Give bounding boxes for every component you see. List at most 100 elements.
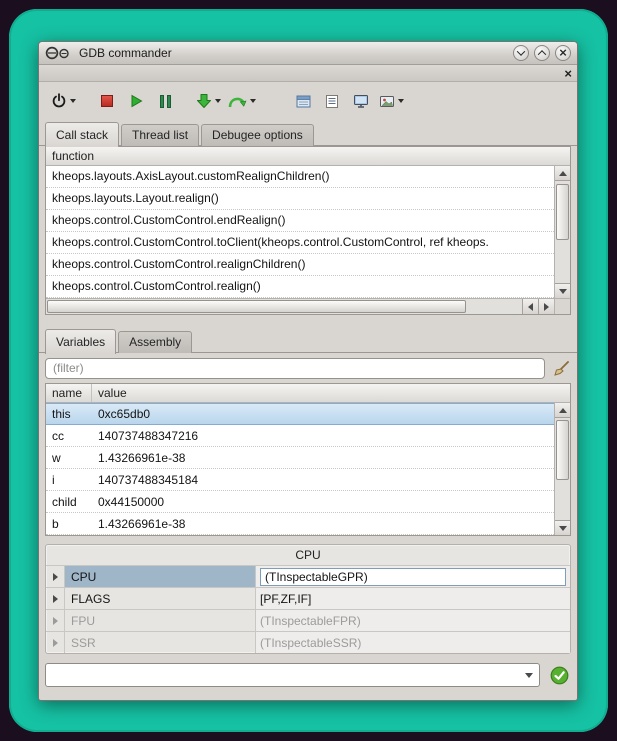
variable-name: child [46,495,92,509]
callstack-header[interactable]: function [46,147,570,166]
run-button[interactable] [123,87,149,115]
app-icon[interactable] [45,46,73,60]
stop-button[interactable] [94,87,120,115]
pause-icon [160,95,171,108]
scroll-down-button[interactable] [555,520,570,535]
variable-row[interactable]: i 140737488345184 [46,469,554,491]
variables-tabbar: Variables Assembly [39,327,577,353]
dock-close-button[interactable]: × [564,67,572,80]
command-input[interactable] [48,665,517,685]
gdb-commander-window: GDB commander × × [38,41,578,701]
tab-thread-list[interactable]: Thread list [121,124,199,146]
pause-button[interactable] [152,87,178,115]
variable-row[interactable]: child 0x44150000 [46,491,554,513]
scroll-right-button[interactable] [538,299,554,314]
close-button[interactable]: × [555,45,571,61]
variable-row[interactable]: cc 140737488347216 [46,425,554,447]
maximize-button[interactable] [534,45,550,61]
step-over-button[interactable] [226,87,258,115]
splitter[interactable] [39,315,577,327]
tab-variables[interactable]: Variables [45,329,116,354]
column-value[interactable]: value [92,384,570,402]
expand-button[interactable] [46,639,64,647]
callstack-vscrollbar[interactable] [554,166,570,298]
docs-icon [296,94,311,109]
column-name[interactable]: name [46,384,92,402]
expand-button[interactable] [46,595,64,603]
cpu-row-value[interactable]: (TInspectableSSR) [256,632,570,653]
variable-row[interactable]: w 1.43266961e-38 [46,447,554,469]
cpu-row[interactable]: FPU (TInspectableFPR) [46,609,570,631]
power-button[interactable] [49,87,78,115]
variable-row[interactable]: b 1.43266961e-38 [46,513,554,535]
scroll-track[interactable] [555,181,570,283]
cpu-row-name[interactable]: CPU [64,566,256,587]
monitor-button[interactable] [348,87,374,115]
scroll-track[interactable] [555,418,570,520]
tab-call-stack[interactable]: Call stack [45,122,119,147]
cpu-row[interactable]: SSR (TInspectableSSR) [46,631,570,653]
scroll-down-button[interactable] [555,283,570,298]
check-icon [550,666,569,685]
cpu-row[interactable]: FLAGS [PF,ZF,IF] [46,587,570,609]
scroll-up-button[interactable] [555,166,570,181]
scroll-track[interactable] [46,299,522,314]
arrow-down-icon [559,289,567,294]
expand-button[interactable] [46,617,64,625]
cpu-row-name[interactable]: SSR [64,632,256,653]
scroll-up-button[interactable] [555,403,570,418]
tab-debugee-options[interactable]: Debugee options [201,124,314,146]
filter-input[interactable] [45,358,545,379]
combo-dropdown-button[interactable] [519,664,539,686]
variables-vscrollbar[interactable] [554,403,570,535]
step-over-icon [228,94,247,109]
titlebar[interactable]: GDB commander × [39,42,577,65]
scroll-thumb[interactable] [556,420,569,480]
cpu-row-value: (TInspectableGPR) [256,566,570,587]
execute-button[interactable] [549,665,569,685]
variable-value: 0x44150000 [92,495,554,509]
view-icon [379,94,395,109]
scroll-thumb[interactable] [47,300,466,313]
callstack-row[interactable]: kheops.control.CustomControl.realign() [46,276,554,298]
dropdown-arrow-icon [398,99,404,103]
callstack-row[interactable]: kheops.control.CustomControl.toClient(kh… [46,232,554,254]
cpu-row-value[interactable]: (TInspectableFPR) [256,610,570,631]
cpu-row-name[interactable]: FLAGS [64,588,256,609]
variable-value: 1.43266961e-38 [92,451,554,465]
variable-name: w [46,451,92,465]
variable-row[interactable]: this 0xc65db0 [46,403,554,425]
power-icon [51,93,67,109]
column-function[interactable]: function [46,147,100,165]
expand-arrow-icon [53,639,58,647]
callstack-row[interactable]: kheops.layouts.Layout.realign() [46,188,554,210]
cpu-row[interactable]: CPU (TInspectableGPR) [46,565,570,587]
dock-header[interactable]: × [39,65,577,82]
cpu-row-name[interactable]: FPU [64,610,256,631]
cpu-groupbox: CPU CPU (TInspectableGPR) FLAGS [PF,ZF,I… [45,544,571,654]
cpu-value-editor[interactable]: (TInspectableGPR) [260,568,566,586]
variable-name: i [46,473,92,487]
callstack-row[interactable]: kheops.layouts.AxisLayout.customRealignC… [46,166,554,188]
variables-header: name value [46,384,570,403]
list-icon [325,94,339,109]
list-button[interactable] [319,87,345,115]
dropdown-arrow-icon [70,99,76,103]
tab-assembly[interactable]: Assembly [118,331,192,353]
expand-button[interactable] [46,573,64,581]
step-into-button[interactable] [194,87,223,115]
arrow-left-icon [528,303,533,311]
callstack-hscrollbar[interactable] [46,298,570,314]
window-controls: × [513,45,571,61]
scroll-thumb[interactable] [556,184,569,240]
docs-button[interactable] [290,87,316,115]
callstack-row[interactable]: kheops.control.CustomControl.realignChil… [46,254,554,276]
scroll-left-button[interactable] [522,299,538,314]
callstack-rows: kheops.layouts.AxisLayout.customRealignC… [46,166,554,298]
clear-filter-button[interactable] [551,358,571,378]
minimize-button[interactable] [513,45,529,61]
command-combobox[interactable] [45,663,540,687]
cpu-row-value[interactable]: [PF,ZF,IF] [256,588,570,609]
view-button[interactable] [377,87,406,115]
callstack-row[interactable]: kheops.control.CustomControl.endRealign(… [46,210,554,232]
